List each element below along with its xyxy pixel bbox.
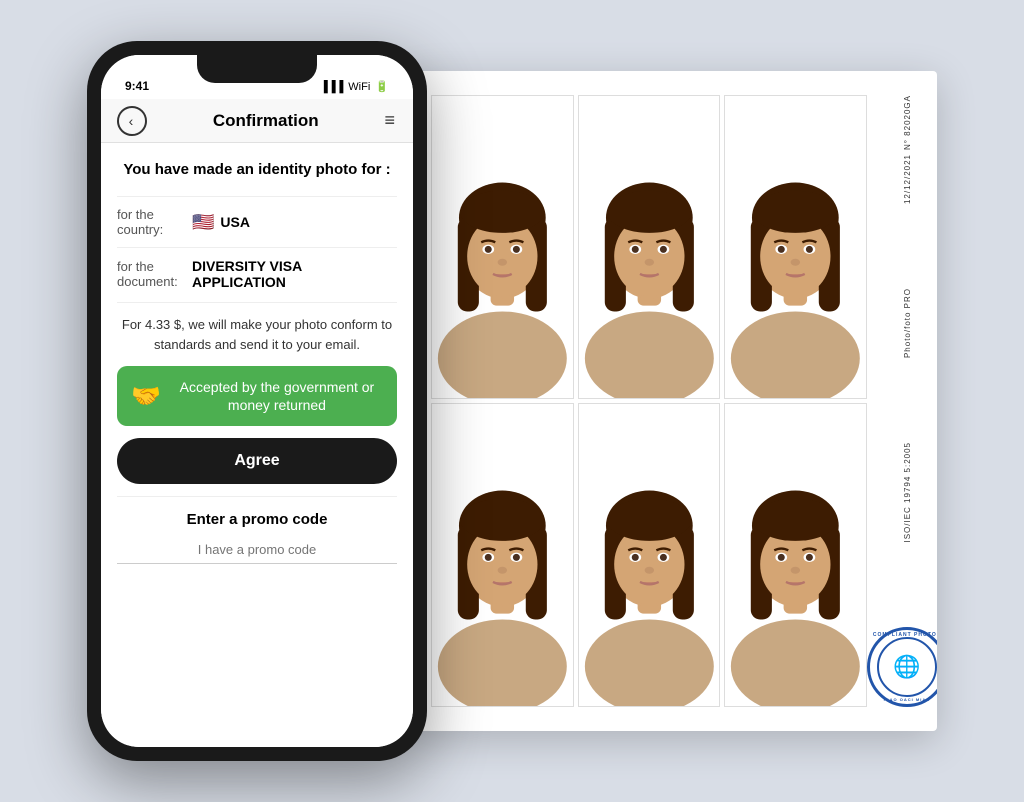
stamp-top-text: COMPLIANT PHOTOS bbox=[873, 632, 937, 638]
sheet-number: N° 82020GA 12/12/2021 bbox=[903, 95, 912, 204]
brand-text: Photo/foto PRO bbox=[903, 288, 912, 358]
portrait-2 bbox=[579, 96, 720, 398]
stamp-inner: 🌐 bbox=[877, 637, 937, 697]
portrait-5 bbox=[579, 404, 720, 706]
sheet-number-text: N° 82020GA bbox=[903, 95, 912, 150]
portrait-1 bbox=[432, 96, 573, 398]
signal-icon: ▐▐▐ bbox=[320, 81, 343, 93]
phone-device: 9:41 ▐▐▐ WiFi 🔋 ‹ Confirmation ≡ You hav… bbox=[87, 41, 427, 761]
document-value: DIVERSITY VISA APPLICATION bbox=[192, 258, 397, 290]
guarantee-banner: 🤝 Accepted by the government or money re… bbox=[117, 366, 397, 426]
country-name: USA bbox=[220, 214, 250, 230]
photo-cell-4 bbox=[431, 403, 574, 707]
pricing-text: For 4.33 $, we will make your photo conf… bbox=[117, 302, 397, 354]
photo-cell-5 bbox=[578, 403, 721, 707]
document-label: for the document: bbox=[117, 259, 192, 289]
photo-grid bbox=[407, 71, 877, 731]
standard-text: ISO/IEC 19794 5:2005 bbox=[903, 442, 912, 543]
promo-title: Enter a promo code bbox=[117, 511, 397, 528]
guarantee-icon: 🤝 bbox=[131, 382, 161, 411]
compliant-stamp: COMPLIANT PHOTOS 🌐 ICAO OACI MIAO bbox=[867, 627, 937, 707]
content-header: You have made an identity photo for : bbox=[117, 159, 397, 180]
nav-title: Confirmation bbox=[213, 111, 319, 131]
back-arrow-icon: ‹ bbox=[129, 113, 134, 129]
phone-content: You have made an identity photo for : fo… bbox=[101, 143, 413, 747]
promo-section: Enter a promo code bbox=[117, 496, 397, 564]
promo-input[interactable] bbox=[117, 536, 397, 564]
portrait-6 bbox=[725, 404, 866, 706]
photo-cell-3 bbox=[724, 95, 867, 399]
scene: 9:41 ▐▐▐ WiFi 🔋 ‹ Confirmation ≡ You hav… bbox=[0, 0, 1024, 802]
document-row: for the document: DIVERSITY VISA APPLICA… bbox=[117, 247, 397, 290]
photo-cell-2 bbox=[578, 95, 721, 399]
sheet-date: 12/12/2021 bbox=[903, 154, 912, 204]
nav-bar: ‹ Confirmation ≡ bbox=[101, 99, 413, 143]
portrait-3 bbox=[725, 96, 866, 398]
agree-button[interactable]: Agree bbox=[117, 438, 397, 484]
status-time: 9:41 bbox=[125, 79, 149, 93]
back-button[interactable]: ‹ bbox=[117, 106, 147, 136]
phone-screen: 9:41 ▐▐▐ WiFi 🔋 ‹ Confirmation ≡ You hav… bbox=[101, 55, 413, 747]
country-row: for the country: 🇺🇸 USA bbox=[117, 196, 397, 237]
photo-cell-1 bbox=[431, 95, 574, 399]
battery-icon: 🔋 bbox=[375, 80, 389, 93]
country-value: 🇺🇸 USA bbox=[192, 212, 250, 233]
photo-cell-6 bbox=[724, 403, 867, 707]
photo-sheet: N° 82020GA 12/12/2021 Photo/foto PRO ISO… bbox=[407, 71, 937, 731]
portrait-4 bbox=[432, 404, 573, 706]
guarantee-text: Accepted by the government or money retu… bbox=[171, 378, 383, 414]
wifi-icon: WiFi bbox=[348, 81, 370, 93]
phone-notch bbox=[197, 55, 317, 83]
stamp-bottom-text: ICAO OACI MIAO bbox=[884, 697, 931, 702]
side-strip: N° 82020GA 12/12/2021 Photo/foto PRO ISO… bbox=[877, 71, 937, 731]
menu-icon[interactable]: ≡ bbox=[384, 110, 397, 131]
stamp-globe-icon: 🌐 bbox=[893, 654, 920, 680]
country-flag: 🇺🇸 bbox=[192, 212, 214, 233]
status-icons: ▐▐▐ WiFi 🔋 bbox=[320, 80, 389, 93]
country-label: for the country: bbox=[117, 207, 192, 237]
